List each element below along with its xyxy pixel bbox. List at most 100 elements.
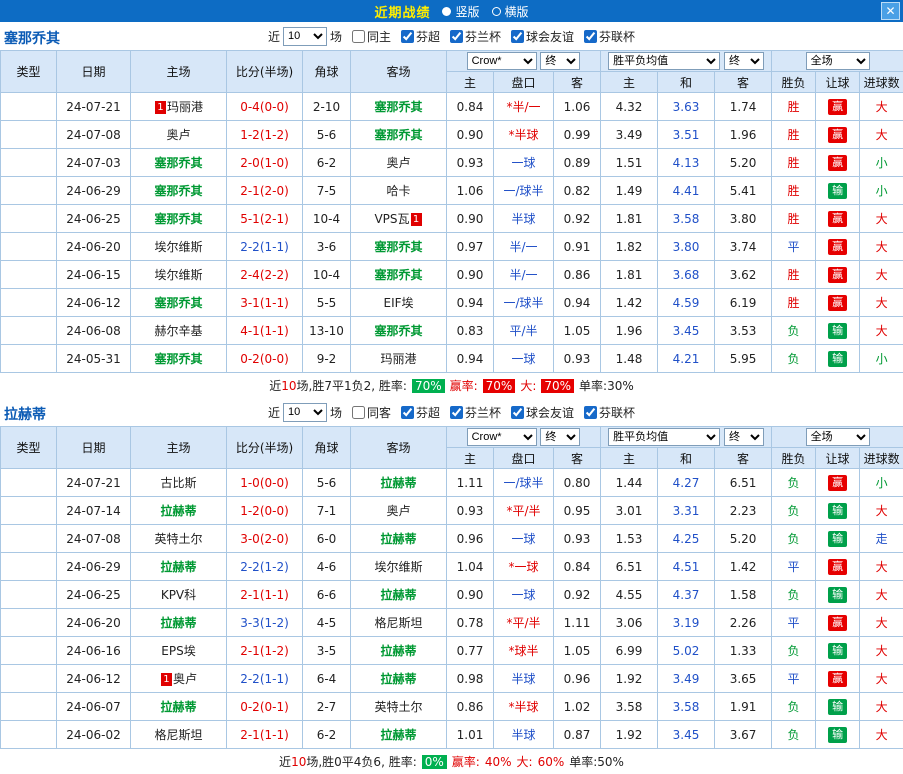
team-name-text: 拉赫蒂 (160, 616, 196, 630)
asian-handicap-line: *半球 (494, 121, 554, 149)
team-name-text: 格尼斯坦 (374, 616, 422, 630)
team-name-text: 拉赫蒂 (380, 728, 416, 742)
final-odds-select[interactable]: 终 (724, 52, 764, 70)
scope-select[interactable]: 全场 (806, 428, 870, 446)
asian-away-odds: 0.92 (554, 205, 601, 233)
league-checkbox-league-cup[interactable]: 芬联杯 (584, 404, 635, 421)
match-row: 芬超24-06-29拉赫蒂2-2(1-2)4-6埃尔维斯1.04*一球0.846… (1, 553, 903, 581)
layout-vertical-radio[interactable]: 竖版 (442, 3, 479, 20)
league-checkbox-friendly[interactable]: 球会友谊 (511, 28, 574, 45)
final-odds-select[interactable]: 终 (540, 52, 580, 70)
asian-away-odds: 0.91 (554, 233, 601, 261)
avg-odds-select[interactable]: 胜平负均值 (608, 428, 720, 446)
match-score: 0-2(0-1) (227, 693, 303, 721)
away-team: 埃尔维斯 (351, 553, 447, 581)
match-result: 平 (772, 233, 816, 261)
asian-home-odds: 0.77 (447, 637, 494, 665)
team-name-text: 塞那乔其 (374, 268, 422, 282)
league-checkbox-cup[interactable]: 芬兰杯 (450, 404, 501, 421)
final-odds-select[interactable]: 终 (724, 428, 764, 446)
asian-handicap-line: *球半 (494, 637, 554, 665)
league-checkbox-super[interactable]: 芬超 (401, 28, 440, 45)
match-date: 24-06-25 (57, 581, 131, 609)
odds-lose: 3.80 (715, 205, 772, 233)
asian-handicap-line: 一/球半 (494, 289, 554, 317)
avg-odds-select[interactable]: 胜平负均值 (608, 52, 720, 70)
handicap-cover-result: 输 (816, 497, 860, 525)
league-checkbox-super[interactable]: 芬超 (401, 404, 440, 421)
goals-over-under: 大 (860, 261, 903, 289)
team-name-text: 塞那乔其 (374, 240, 422, 254)
odds-win: 3.06 (601, 609, 658, 637)
filter-bar: 近 10 场 同客 芬超 芬兰杯 球会友谊 芬联杯 (268, 403, 635, 422)
handicap-cover-result: 输 (816, 693, 860, 721)
summary-text: 近10场,胜0平4负6, 胜率: (279, 753, 417, 770)
odds-lose: 5.41 (715, 177, 772, 205)
layout-horizontal-radio[interactable]: 横版 (492, 3, 529, 20)
subcol-asian-home: 主 (447, 448, 494, 469)
close-icon[interactable]: ✕ (881, 2, 900, 20)
matches-table: 类型 日期 主场 比分(半场) 角球 客场 Crow* 终 胜平负均值 终 全场 (0, 426, 903, 749)
odds-draw: 3.51 (658, 121, 715, 149)
odds-win: 1.82 (601, 233, 658, 261)
odds-win: 1.49 (601, 177, 658, 205)
goals-over-under: 大 (860, 665, 903, 693)
subcol-asian-away: 客 (554, 448, 601, 469)
corner-count: 3-6 (303, 233, 351, 261)
corner-count: 13-10 (303, 317, 351, 345)
home-team: 拉赫蒂 (131, 609, 227, 637)
league-checkbox-cup[interactable]: 芬兰杯 (450, 28, 501, 45)
match-date: 24-06-20 (57, 609, 131, 637)
handicap-cover-badge: 赢 (828, 99, 847, 115)
same-venue-checkbox[interactable]: 同客 (352, 404, 391, 421)
col-header-score: 比分(半场) (227, 427, 303, 469)
home-team: 拉赫蒂 (131, 553, 227, 581)
same-venue-checkbox[interactable]: 同主 (352, 28, 391, 45)
team-name-text: 埃尔维斯 (154, 268, 202, 282)
asian-away-odds: 1.02 (554, 693, 601, 721)
odds-win: 1.81 (601, 261, 658, 289)
goals-over-under: 大 (860, 497, 903, 525)
league-checkbox-league-cup[interactable]: 芬联杯 (584, 28, 635, 45)
corner-count: 5-6 (303, 469, 351, 497)
asian-handicap-line: 半/一 (494, 261, 554, 289)
odds-draw: 3.45 (658, 721, 715, 749)
match-score: 3-3(1-2) (227, 609, 303, 637)
league-type-badge: 芬超 (1, 665, 57, 693)
match-row: 芬超24-06-20埃尔维斯2-2(1-1)3-6塞那乔其0.97半/一0.91… (1, 233, 903, 261)
col-header-cover: 让球 (816, 448, 860, 469)
home-team: 古比斯 (131, 469, 227, 497)
games-label: 场 (330, 404, 342, 421)
goals-over-under: 大 (860, 93, 903, 121)
asian-away-odds: 1.05 (554, 317, 601, 345)
asian-home-odds: 0.90 (447, 205, 494, 233)
team-name-text: EIF埃 (383, 296, 413, 310)
match-date: 24-06-08 (57, 317, 131, 345)
asian-away-odds: 0.80 (554, 469, 601, 497)
league-checkbox-friendly[interactable]: 球会友谊 (511, 404, 574, 421)
match-count-select[interactable]: 10 (283, 27, 327, 46)
match-date: 24-06-16 (57, 637, 131, 665)
corner-count: 6-4 (303, 665, 351, 693)
col-header-result: 胜负 (772, 72, 816, 93)
scope-select[interactable]: 全场 (806, 52, 870, 70)
summary-bar: 近10场,胜7平1负2, 胜率: 70% 赢率: 70% 大: 70% 单率:3… (0, 373, 903, 398)
asian-away-odds: 1.11 (554, 609, 601, 637)
final-odds-select[interactable]: 终 (540, 428, 580, 446)
corner-count: 7-1 (303, 497, 351, 525)
odds-lose: 1.33 (715, 637, 772, 665)
match-row: 芬兰杯24-06-16EPS埃2-1(1-2)3-5拉赫蒂0.77*球半1.05… (1, 637, 903, 665)
team-name-text: KPV科 (161, 588, 196, 602)
home-team: 埃尔维斯 (131, 261, 227, 289)
league-type-badge: 芬超 (1, 121, 57, 149)
match-row: 芬兰杯24-07-03塞那乔其2-0(1-0)6-2奥卢0.93一球0.891.… (1, 149, 903, 177)
match-count-select[interactable]: 10 (283, 403, 327, 422)
bookmaker-select[interactable]: Crow* (467, 52, 537, 70)
match-score: 2-1(1-1) (227, 581, 303, 609)
match-row: 芬超24-07-21古比斯1-0(0-0)5-6拉赫蒂1.11一/球半0.801… (1, 469, 903, 497)
red-card-count-badge: 1 (411, 213, 422, 226)
bookmaker-select[interactable]: Crow* (467, 428, 537, 446)
title-bar: 近期战绩 竖版 横版 ✕ (0, 0, 903, 22)
odds-win: 4.32 (601, 93, 658, 121)
match-row: 芬超24-06-07拉赫蒂0-2(0-1)2-7英特土尔0.86*半球1.023… (1, 693, 903, 721)
